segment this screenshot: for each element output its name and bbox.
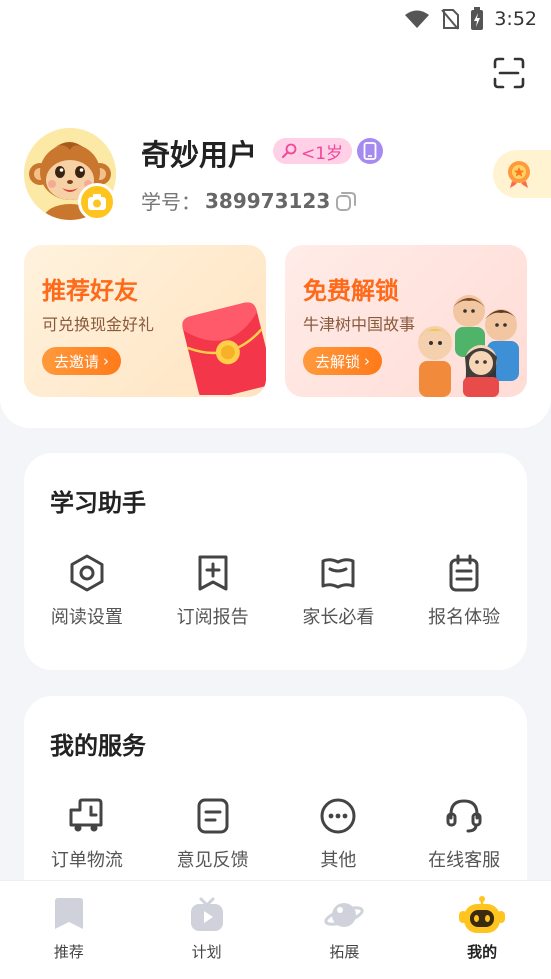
- promo-invite-subtitle: 可兑换现金好礼: [42, 315, 155, 334]
- chevron-right-icon: ›: [103, 352, 110, 370]
- signup-trial-item[interactable]: 报名体验: [401, 553, 527, 629]
- my-services-title: 我的服务: [50, 732, 146, 760]
- tab-plan[interactable]: 计划: [138, 881, 276, 979]
- medal-button[interactable]: [493, 150, 551, 198]
- feedback-label: 意见反馈: [176, 850, 249, 871]
- robot-face-icon: [459, 896, 506, 933]
- clipboard-icon: [449, 554, 479, 592]
- pacifier-icon: [282, 143, 297, 158]
- camera-icon[interactable]: [78, 183, 116, 221]
- promo-unlock-card[interactable]: 免费解锁 牛津树中国故事 去解锁 ›: [285, 245, 527, 397]
- age-badge[interactable]: <1岁: [273, 138, 353, 164]
- status-icons: 3:52: [404, 7, 537, 31]
- student-id-value: 389973123: [205, 188, 331, 213]
- delivery-truck-icon: [69, 798, 103, 832]
- planet-icon: [324, 903, 365, 927]
- cartoon-family-image: [418, 295, 519, 397]
- order-logistics-item[interactable]: 订单物流: [24, 796, 150, 872]
- online-service-label: 在线客服: [428, 850, 501, 871]
- bottom-tab-bar: 推荐 计划 拓展 我的: [0, 880, 551, 979]
- subscribe-report-item[interactable]: 订阅报告: [150, 553, 276, 629]
- promo-invite-title: 推荐好友: [42, 277, 138, 305]
- tab-mine[interactable]: 我的: [413, 881, 551, 979]
- profile-section: 奇妙用户 <1岁 学号： 389973123 推荐好友 可兑换现金好礼 去邀请 …: [0, 38, 551, 428]
- student-id-label: 学号：: [141, 190, 201, 214]
- subscribe-report-label: 订阅报告: [176, 607, 249, 628]
- tab-mine-label: 我的: [467, 943, 498, 961]
- wifi-icon: [405, 10, 430, 28]
- copy-icon[interactable]: [334, 189, 358, 213]
- study-assistant-card: 学习助手 阅读设置 订阅报告 家长必看 报名体验: [24, 453, 527, 670]
- my-services-card: 我的服务 订单物流 意见反馈 其他 在线客服: [24, 696, 527, 906]
- bookmark-plus-icon: [198, 555, 228, 591]
- other-label: 其他: [320, 850, 357, 871]
- no-sim-icon: [441, 9, 460, 30]
- promo-unlock-subtitle: 牛津树中国故事: [303, 315, 416, 334]
- tab-plan-label: 计划: [191, 943, 222, 961]
- feedback-icon: [197, 798, 229, 834]
- parents-must-read-label: 家长必看: [302, 607, 375, 628]
- bookmark-tab-icon: [54, 898, 83, 929]
- hexagon-settings-icon: [70, 554, 104, 592]
- student-id: 学号： 389973123: [141, 186, 358, 215]
- invite-button-label: 去邀请: [54, 352, 100, 371]
- tablet-icon: [363, 142, 377, 160]
- unlock-button-label: 去解锁: [315, 352, 361, 371]
- online-service-item[interactable]: 在线客服: [401, 796, 527, 872]
- other-item[interactable]: 其他: [276, 796, 402, 872]
- tab-explore[interactable]: 拓展: [276, 881, 414, 979]
- study-assistant-grid: 阅读设置 订阅报告 家长必看 报名体验: [24, 553, 527, 629]
- battery-charging-icon: [471, 7, 484, 30]
- tv-play-icon: [190, 897, 223, 931]
- device-badge[interactable]: [357, 138, 383, 164]
- reading-settings-label: 阅读设置: [50, 607, 123, 628]
- tab-recommend[interactable]: 推荐: [0, 881, 138, 979]
- promo-unlock-title: 免费解锁: [303, 277, 399, 305]
- signup-trial-label: 报名体验: [428, 607, 501, 628]
- scan-icon[interactable]: [492, 56, 526, 90]
- study-assistant-title: 学习助手: [50, 489, 146, 517]
- unlock-button[interactable]: 去解锁 ›: [303, 347, 383, 375]
- feedback-item[interactable]: 意见反馈: [150, 796, 276, 872]
- reading-settings-item[interactable]: 阅读设置: [24, 553, 150, 629]
- tab-recommend-label: 推荐: [53, 943, 84, 961]
- order-logistics-label: 订单物流: [50, 850, 123, 871]
- medal-icon: [508, 161, 530, 188]
- book-icon: [321, 558, 355, 589]
- status-bar: 3:52: [0, 0, 551, 38]
- age-badge-label: <1岁: [301, 143, 344, 164]
- my-services-grid: 订单物流 意见反馈 其他 在线客服: [24, 796, 527, 872]
- status-time: 3:52: [494, 8, 537, 30]
- tab-explore-label: 拓展: [329, 943, 360, 961]
- promo-invite-card[interactable]: 推荐好友 可兑换现金好礼 去邀请 ›: [24, 245, 266, 397]
- username[interactable]: 奇妙用户: [141, 132, 257, 174]
- red-envelope-image: [182, 302, 266, 395]
- chevron-right-icon: ›: [364, 352, 371, 370]
- parents-must-read-item[interactable]: 家长必看: [276, 553, 402, 629]
- more-icon: [320, 798, 356, 834]
- invite-button[interactable]: 去邀请 ›: [42, 347, 122, 375]
- headset-icon: [446, 799, 482, 833]
